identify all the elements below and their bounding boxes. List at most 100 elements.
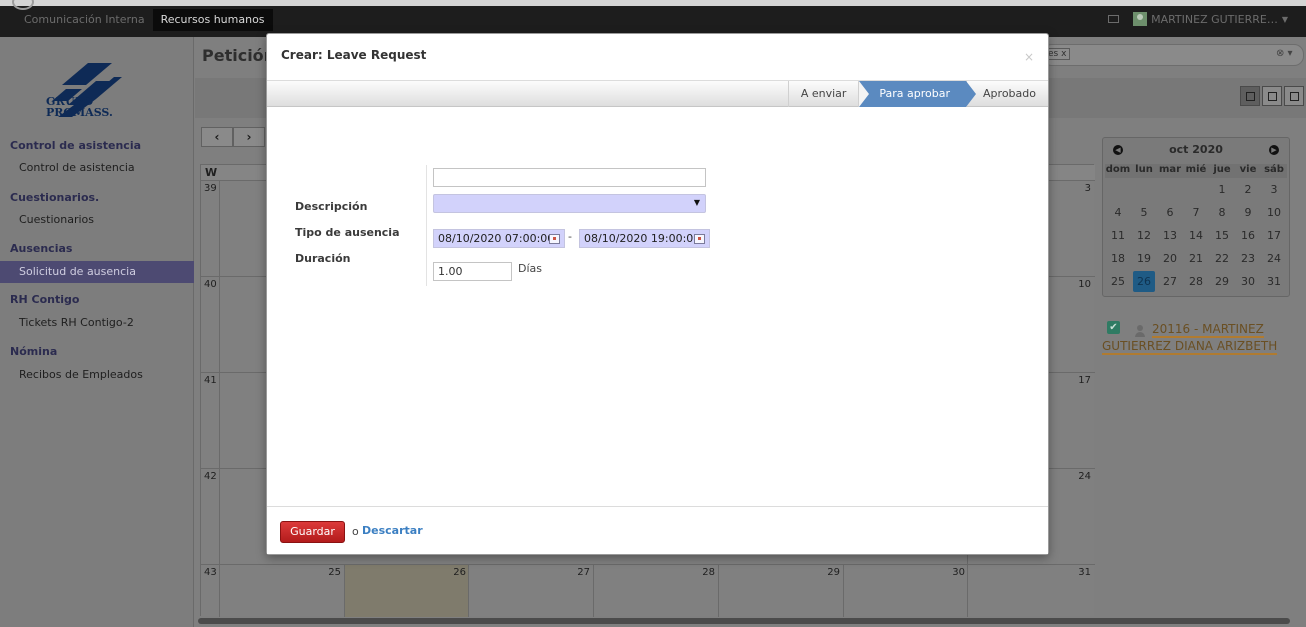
leave-type-select[interactable]: ▼ [433, 194, 706, 213]
mini-calendar-dow: mar [1157, 164, 1183, 178]
calendar-view-button[interactable] [1240, 86, 1260, 106]
status-step-para-aprobar[interactable]: Para aprobar [858, 81, 976, 107]
prev-button[interactable]: ‹ [201, 127, 233, 147]
day-number: 30 [952, 567, 965, 578]
description-input[interactable] [433, 168, 706, 187]
day-number: 17 [1078, 375, 1091, 386]
mini-calendar-day[interactable]: 7 [1183, 201, 1209, 224]
mini-calendar-day[interactable]: 21 [1183, 247, 1209, 270]
days-input[interactable] [433, 262, 512, 281]
next-button[interactable]: › [233, 127, 265, 147]
user-name[interactable]: MARTINEZ GUTIERRE… [1151, 13, 1278, 26]
mini-calendar-day[interactable]: 15 [1209, 224, 1235, 247]
dialog-footer: Guardar o Descartar [267, 506, 1048, 554]
date-to-value: 08/10/2020 19:00:00 [584, 232, 701, 245]
mini-calendar-day[interactable]: 4 [1105, 201, 1131, 224]
description-label: Descripción [295, 200, 368, 213]
mini-calendar-day[interactable]: 8 [1209, 201, 1235, 224]
mini-calendar-day[interactable]: 24 [1261, 247, 1287, 270]
mini-calendar-day[interactable]: 19 [1131, 247, 1157, 270]
calendar-divider [718, 565, 719, 617]
sidebar-item-cuestionarios[interactable]: Cuestionarios [0, 209, 194, 231]
mini-calendar-day[interactable]: 18 [1105, 247, 1131, 270]
mail-icon[interactable] [1108, 15, 1120, 23]
mini-calendar-day[interactable]: 14 [1183, 224, 1209, 247]
mini-calendar-day [1131, 178, 1157, 201]
employee-filter[interactable]: ✔ 20116 - MARTINEZ GUTIERREZ DIANA ARIZBE… [1102, 321, 1292, 355]
discard-link[interactable]: Descartar [362, 524, 423, 537]
sidebar-item-solicitud-ausencia[interactable]: Solicitud de ausencia [0, 261, 194, 283]
list-view-button[interactable] [1262, 86, 1282, 106]
mini-calendar-day [1105, 178, 1131, 201]
day-number: 10 [1078, 279, 1091, 290]
status-step-aprobado[interactable]: Aprobado [966, 81, 1048, 107]
chevron-left-icon[interactable]: ◀ [1113, 145, 1123, 155]
dialog-title: Crear: Leave Request [281, 48, 427, 62]
leave-request-dialog: Crear: Leave Request × A enviar Para apr… [266, 33, 1049, 555]
date-from-field[interactable]: 08/10/2020 07:00:00 [433, 229, 565, 248]
mini-calendar-day[interactable]: 13 [1157, 224, 1183, 247]
checkbox-checked-icon[interactable]: ✔ [1107, 321, 1120, 334]
calendar-icon[interactable] [694, 234, 705, 244]
mini-calendar-day[interactable]: 26 [1133, 271, 1155, 292]
mini-calendar-day[interactable]: 5 [1131, 201, 1157, 224]
week-number: 43 [204, 567, 217, 578]
mini-calendar-month: oct 2020 [1169, 143, 1223, 156]
sidebar-item-control-asistencia[interactable]: Control de asistencia [0, 157, 194, 179]
mini-calendar-day[interactable]: 30 [1235, 270, 1261, 293]
calendar-divider [344, 565, 345, 617]
search-options-icon[interactable]: ⊗ ▾ [1276, 48, 1293, 59]
top-bar: Comunicación Interna Recursos humanos MA… [0, 0, 1306, 37]
mini-calendar-day[interactable]: 12 [1131, 224, 1157, 247]
mini-calendar-day[interactable]: 22 [1209, 247, 1235, 270]
form-icon [1290, 92, 1299, 101]
mini-calendar-day[interactable]: 9 [1235, 201, 1261, 224]
mini-calendar: oct 2020 ◀ ▶ dom lun mar mié jue vie sáb 1 2 3 4 5 6… [1102, 137, 1290, 297]
save-button[interactable]: Guardar [280, 521, 345, 543]
week-number: 42 [204, 471, 217, 482]
calendar-divider [468, 565, 469, 617]
mini-calendar-day[interactable]: 27 [1157, 270, 1183, 293]
calendar-divider [593, 565, 594, 617]
mini-calendar-day[interactable]: 17 [1261, 224, 1287, 247]
mini-calendar-day[interactable]: 2 [1235, 178, 1261, 201]
mini-calendar-day[interactable]: 6 [1157, 201, 1183, 224]
employee-name[interactable]: 20116 - MARTINEZ GUTIERREZ DIANA ARIZBET… [1102, 322, 1278, 355]
chevron-down-icon[interactable]: ▼ [1282, 15, 1288, 24]
mini-calendar-day[interactable]: 3 [1261, 178, 1287, 201]
mini-calendar-day [1157, 178, 1183, 201]
search-input[interactable] [1042, 44, 1304, 66]
chevron-right-icon[interactable]: ▶ [1269, 145, 1279, 155]
sidebar-item-recibos[interactable]: Recibos de Empleados [0, 364, 194, 386]
sidebar-section-rh-contigo: RH Contigo [10, 293, 80, 306]
mini-calendar-day[interactable]: 31 [1261, 270, 1287, 293]
calendar-icon [1246, 92, 1255, 101]
sidebar-item-tickets[interactable]: Tickets RH Contigo-2 [0, 312, 194, 334]
mini-calendar-day[interactable]: 25 [1105, 270, 1131, 293]
date-to-field[interactable]: 08/10/2020 19:00:00 [579, 229, 710, 248]
mini-calendar-day[interactable]: 23 [1235, 247, 1261, 270]
menu-item-recursos-humanos[interactable]: Recursos humanos [152, 9, 273, 31]
close-icon[interactable]: × [1024, 50, 1034, 64]
mini-calendar-day[interactable]: 29 [1209, 270, 1235, 293]
mini-calendar-day[interactable]: 11 [1105, 224, 1131, 247]
mini-calendar-day[interactable]: 1 [1209, 178, 1235, 201]
form-view-button[interactable] [1284, 86, 1304, 106]
mini-calendar-grid: dom lun mar mié jue vie sáb 1 2 3 4 5 6 7 8 9 10 11 12 13 14… [1105, 164, 1287, 293]
calendar-nav: ‹ › [201, 127, 265, 147]
status-step-a-enviar[interactable]: A enviar [787, 81, 859, 107]
mini-calendar-day[interactable]: 28 [1183, 270, 1209, 293]
mini-calendar-day[interactable]: 20 [1157, 247, 1183, 270]
mini-calendar-day[interactable]: 16 [1235, 224, 1261, 247]
mini-calendar-dow: sáb [1261, 164, 1287, 178]
calendar-icon[interactable] [549, 234, 560, 244]
mini-calendar-day[interactable]: 10 [1261, 201, 1287, 224]
view-switcher [1240, 86, 1304, 106]
sidebar-section-asistencia: Control de asistencia [10, 139, 142, 152]
mini-calendar-dow: mié [1183, 164, 1209, 178]
menu-item-comunicacion[interactable]: Comunicación Interna [16, 9, 153, 31]
top-menu: Comunicación Interna Recursos humanos [16, 9, 273, 31]
leave-type-label: Tipo de ausencia [295, 226, 400, 239]
horizontal-scrollbar[interactable] [198, 618, 1290, 624]
calendar-week-row[interactable]: 43 25 26 27 28 29 30 31 [201, 565, 1095, 617]
